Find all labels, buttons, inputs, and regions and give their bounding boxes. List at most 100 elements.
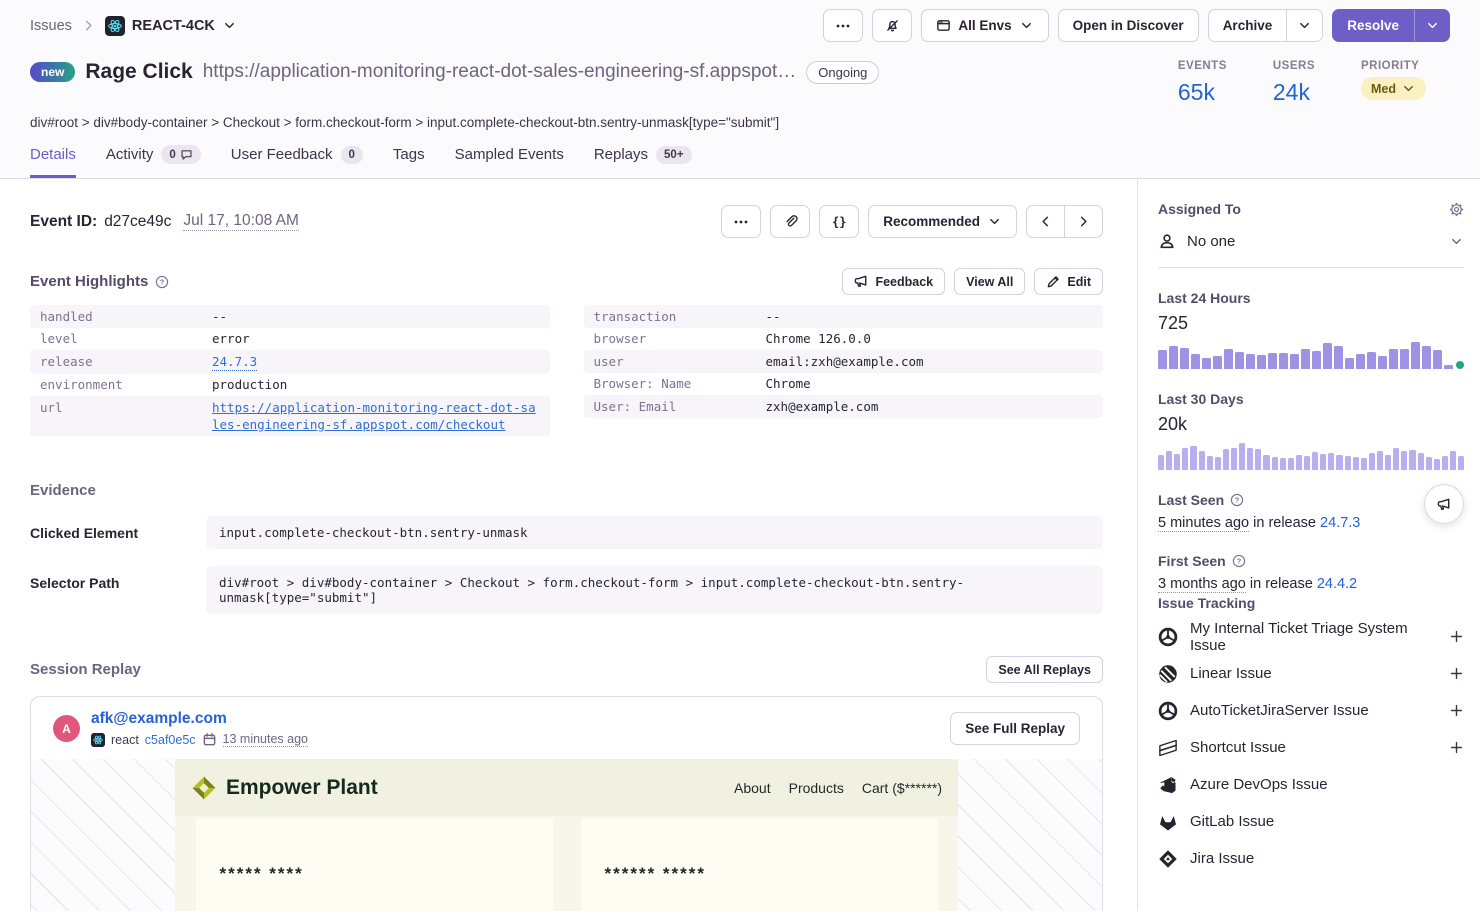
last-seen-release-link[interactable]: 24.7.3 <box>1320 515 1360 531</box>
mute-alerts-button[interactable] <box>872 9 912 42</box>
replay-id-link[interactable]: c5af0e5c <box>145 733 196 747</box>
see-all-replays-button[interactable]: See All Replays <box>986 656 1103 683</box>
add-issue-button[interactable] <box>1449 629 1464 644</box>
chart-bar <box>1191 354 1200 369</box>
tab-details[interactable]: Details <box>30 145 76 178</box>
add-issue-button[interactable] <box>1449 703 1464 718</box>
last-24-hours-count: 725 <box>1158 313 1464 334</box>
first-seen-title: First Seen ? <box>1158 553 1464 569</box>
issue-tracking-item[interactable]: Jira Issue <box>1158 847 1464 870</box>
priority-selector[interactable]: Med <box>1361 77 1426 100</box>
highlight-row: Browser: NameChrome <box>584 373 1104 396</box>
tab-activity[interactable]: Activity0 <box>106 145 201 178</box>
chart-bar <box>1215 457 1221 470</box>
add-issue-button[interactable] <box>1449 740 1464 755</box>
tab-user-feedback[interactable]: User Feedback 0 <box>231 145 363 178</box>
view-all-button[interactable]: View All <box>954 268 1025 295</box>
open-in-discover-button[interactable]: Open in Discover <box>1058 9 1199 42</box>
issue-title: Rage Click <box>85 60 192 84</box>
chart-bar <box>1202 358 1211 369</box>
event-more-button[interactable] <box>721 205 761 238</box>
assigned-to-title: Assigned To <box>1158 201 1241 217</box>
window-icon <box>936 18 951 33</box>
previous-event-button[interactable] <box>1026 205 1065 238</box>
breadcrumb-issues-link[interactable]: Issues <box>30 18 72 34</box>
gear-icon[interactable] <box>1449 202 1464 217</box>
issue-tracking-label: AutoTicketJiraServer Issue <box>1190 702 1369 719</box>
issue-tracking-item[interactable]: Shortcut Issue <box>1158 736 1464 759</box>
last-30-days-title: Last 30 Days <box>1158 391 1464 407</box>
evidence-row: Selector Pathdiv#root > div#body-contain… <box>30 566 1103 614</box>
issue-tracking-item[interactable]: AutoTicketJiraServer Issue <box>1158 699 1464 722</box>
pencil-icon <box>1046 274 1061 289</box>
question-icon[interactable]: ? <box>1232 554 1246 568</box>
tab-badge: 0 <box>341 146 363 164</box>
last-seen-title: Last Seen ? <box>1158 492 1464 508</box>
highlight-value[interactable]: https://application-monitoring-react-dot… <box>212 399 540 434</box>
info-icon[interactable]: ? <box>155 275 169 289</box>
archive-button[interactable]: Archive <box>1208 9 1288 42</box>
edit-highlights-button[interactable]: Edit <box>1034 268 1103 295</box>
last-30-days-chart[interactable] <box>1158 443 1464 470</box>
environment-filter-button[interactable]: All Envs <box>921 9 1048 42</box>
breadcrumb: Issues REACT-4CK <box>30 16 237 36</box>
add-issue-button[interactable] <box>1449 666 1464 681</box>
replay-viewport[interactable]: Empower Plant AboutProductsCart ($******… <box>31 759 1102 911</box>
chevron-down-icon <box>987 214 1002 229</box>
highlight-key: User: Email <box>594 398 766 416</box>
assignee-selector[interactable]: No one <box>1158 232 1464 268</box>
events-value[interactable]: 65k <box>1178 79 1227 106</box>
issue-tracking-label: Jira Issue <box>1190 850 1254 867</box>
first-seen-release-link[interactable]: 24.4.2 <box>1317 576 1357 592</box>
last-seen-time[interactable]: 5 minutes ago <box>1158 515 1249 532</box>
replay-user-link[interactable]: afk@example.com <box>91 710 227 727</box>
more-actions-button[interactable] <box>823 9 863 42</box>
chart-bar <box>1257 355 1266 369</box>
chart-bar <box>1434 459 1440 470</box>
see-full-replay-button[interactable]: See Full Replay <box>950 712 1080 745</box>
last-24-hours-chart[interactable] <box>1158 342 1464 369</box>
chart-bar <box>1418 453 1424 470</box>
events-stat: EVENTS 65k <box>1178 60 1227 106</box>
resolve-button[interactable]: Resolve <box>1332 9 1414 42</box>
issue-selector-subtitle: div#root > div#body-container > Checkout… <box>30 115 1450 130</box>
chart-bar <box>1239 443 1245 470</box>
issue-tracking-item[interactable]: Linear Issue <box>1158 662 1464 685</box>
issue-tracking-item[interactable]: GitLab Issue <box>1158 810 1464 833</box>
replay-time-ago[interactable]: 13 minutes ago <box>223 732 308 747</box>
tab-replays[interactable]: Replays50+ <box>594 145 692 178</box>
chevron-down-icon <box>1019 18 1034 33</box>
first-seen-time[interactable]: 3 months ago <box>1158 576 1246 593</box>
replay-card: A afk@example.com react c5af0e5c 13 minu… <box>30 696 1103 911</box>
chart-bar <box>1304 456 1310 470</box>
issue-tracking-title: Issue Tracking <box>1158 595 1464 611</box>
tab-sampled-events[interactable]: Sampled Events <box>455 145 564 178</box>
highlight-value[interactable]: 24.7.3 <box>212 353 257 372</box>
users-value[interactable]: 24k <box>1273 79 1315 106</box>
issue-tracking-item[interactable]: Azure DevOps Issue <box>1158 773 1464 796</box>
tab-tags[interactable]: Tags <box>393 145 425 178</box>
highlight-row: release24.7.3 <box>30 350 550 374</box>
next-event-button[interactable] <box>1064 205 1103 238</box>
chart-bar <box>1426 457 1432 470</box>
question-icon[interactable]: ? <box>1230 493 1244 507</box>
archive-dropdown-button[interactable] <box>1287 9 1323 42</box>
floating-feedback-button[interactable] <box>1424 484 1464 524</box>
tab-label: User Feedback <box>231 146 333 163</box>
copy-link-button[interactable] <box>770 205 810 238</box>
event-sort-dropdown[interactable]: Recommended <box>868 205 1017 238</box>
issue-tracking-item[interactable]: My Internal Ticket Triage System Issue <box>1158 625 1464 648</box>
person-icon <box>1158 232 1176 250</box>
users-label: USERS <box>1273 60 1315 72</box>
resolve-dropdown-button[interactable] <box>1414 9 1450 42</box>
highlights-table-right: transaction--browserChrome 126.0.0userem… <box>584 305 1104 418</box>
highlight-key: Browser: Name <box>594 375 766 393</box>
project-selector[interactable]: REACT-4CK <box>105 16 237 36</box>
feedback-button[interactable]: Feedback <box>842 268 945 295</box>
replayed-product-card: ***** ******* **** **** *** *******Add t… <box>196 819 553 911</box>
evidence-value: div#root > div#body-container > Checkout… <box>206 566 1103 614</box>
chart-bar <box>1169 346 1178 369</box>
event-timestamp[interactable]: Jul 17, 10:08 AM <box>183 212 298 231</box>
view-json-button[interactable]: {} <box>819 205 859 238</box>
chart-bar <box>1207 456 1213 470</box>
